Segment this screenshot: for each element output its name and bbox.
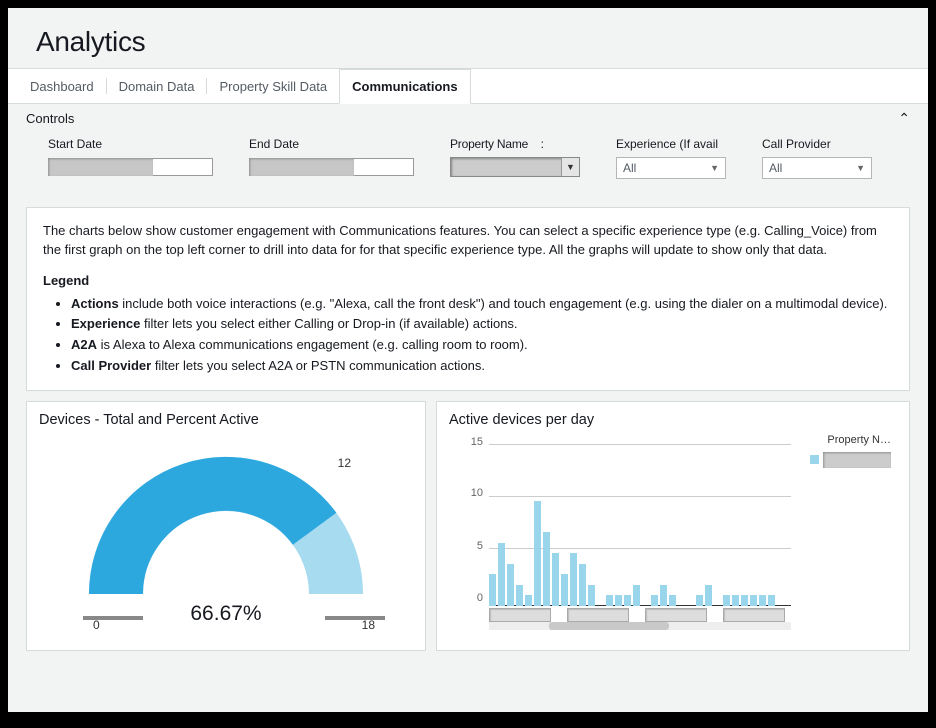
chevron-down-icon: ▼ [561,158,579,176]
experience-select[interactable]: All ▼ [616,157,726,179]
bar-title: Active devices per day [449,412,897,428]
bar-chart[interactable]: Property N… 15 10 5 0 [449,432,897,632]
bar [543,532,550,606]
ytick-0: 0 [459,592,483,604]
bar [732,595,739,606]
bar [516,585,523,606]
legend-item-experience: Experience filter lets you select either… [71,315,893,334]
bar [750,595,757,606]
start-date-label: Start Date [48,137,213,151]
tab-dashboard[interactable]: Dashboard [18,70,106,103]
bar [588,585,595,606]
legend-item-call-provider: Call Provider filter lets you select A2A… [71,357,893,376]
end-date-control: End Date [249,137,414,179]
controls-label: Controls [26,111,74,126]
bar-legend-title: Property N… [795,434,891,446]
tab-communications[interactable]: Communications [339,69,470,104]
ytick-10: 10 [459,487,483,499]
controls-row: Start Date End Date Property Name : ▼ [8,127,928,197]
scrollbar-thumb[interactable] [549,622,669,630]
bar [525,595,532,606]
ytick-15: 15 [459,436,483,448]
bar [633,585,640,606]
bar [624,595,631,606]
bar [759,595,766,606]
property-name-select[interactable]: ▼ [450,157,580,177]
bar [651,595,658,606]
experience-control: Experience (If avail All ▼ [616,137,726,179]
bar [570,553,577,606]
gauge-title: Devices - Total and Percent Active [39,412,413,428]
bar [606,595,613,606]
start-date-control: Start Date [48,137,213,179]
gauge-card: Devices - Total and Percent Active 66.67… [26,401,426,651]
controls-header[interactable]: Controls ⌃ [8,104,928,127]
chevron-up-icon[interactable]: ⌃ [898,110,910,127]
bar-card: Active devices per day Property N… 15 10… [436,401,910,651]
input-white-part [354,158,414,176]
gauge-min-label: 0 [93,618,100,632]
call-provider-label: Call Provider [762,137,872,151]
bar-area [489,440,791,606]
legend-header: Legend [43,273,89,288]
legend-item-actions: Actions include both voice interactions … [71,295,893,314]
legend-swatch-icon [810,455,819,464]
legend-item-a2a: A2A is Alexa to Alexa communications eng… [71,336,893,355]
call-provider-select[interactable]: All ▼ [762,157,872,179]
info-paragraph: The charts below show customer engagemen… [43,222,893,260]
bar [579,564,586,606]
input-grey-part [249,158,354,176]
x-category-box [489,608,551,622]
experience-label: Experience (If avail [616,137,726,151]
bar [498,543,505,606]
x-category-box [645,608,707,622]
bar [489,574,496,606]
start-date-input[interactable] [48,157,213,177]
chevron-down-icon: ▼ [856,163,865,173]
x-category-box [723,608,785,622]
bar [552,553,559,606]
end-date-input[interactable] [249,157,414,177]
bar [615,595,622,606]
bar [741,595,748,606]
legend-blank [823,452,891,468]
page-title: Analytics [36,26,928,58]
tab-domain-data[interactable]: Domain Data [107,70,207,103]
gauge-chart[interactable]: 66.67% 0 18 12 [39,432,413,632]
bar [561,574,568,606]
end-date-label: End Date [249,137,414,151]
call-provider-control: Call Provider All ▼ [762,137,872,179]
info-card: The charts below show customer engagemen… [26,207,910,391]
gauge-active-label: 12 [338,456,351,470]
bar [660,585,667,606]
tabs-bar: Dashboard Domain Data Property Skill Dat… [8,68,928,104]
bar [705,585,712,606]
bar [534,501,541,606]
horizontal-scrollbar[interactable] [489,622,791,630]
tab-property-skill-data[interactable]: Property Skill Data [207,70,339,103]
bar [669,595,676,606]
legend-list: Actions include both voice interactions … [71,295,893,376]
bar [723,595,730,606]
experience-value: All [623,161,636,175]
gauge-svg [76,444,376,614]
input-grey-part [48,158,153,176]
input-white-part [153,158,213,176]
property-name-control: Property Name : ▼ [450,137,580,179]
bar-legend: Property N… [795,434,891,468]
x-category-box [567,608,629,622]
bar [507,564,514,606]
call-provider-value: All [769,161,782,175]
bar [768,595,775,606]
chevron-down-icon: ▼ [710,163,719,173]
gauge-max-label: 18 [362,618,375,632]
property-name-label: Property Name : [450,137,580,151]
ytick-5: 5 [459,540,483,552]
bar [696,595,703,606]
